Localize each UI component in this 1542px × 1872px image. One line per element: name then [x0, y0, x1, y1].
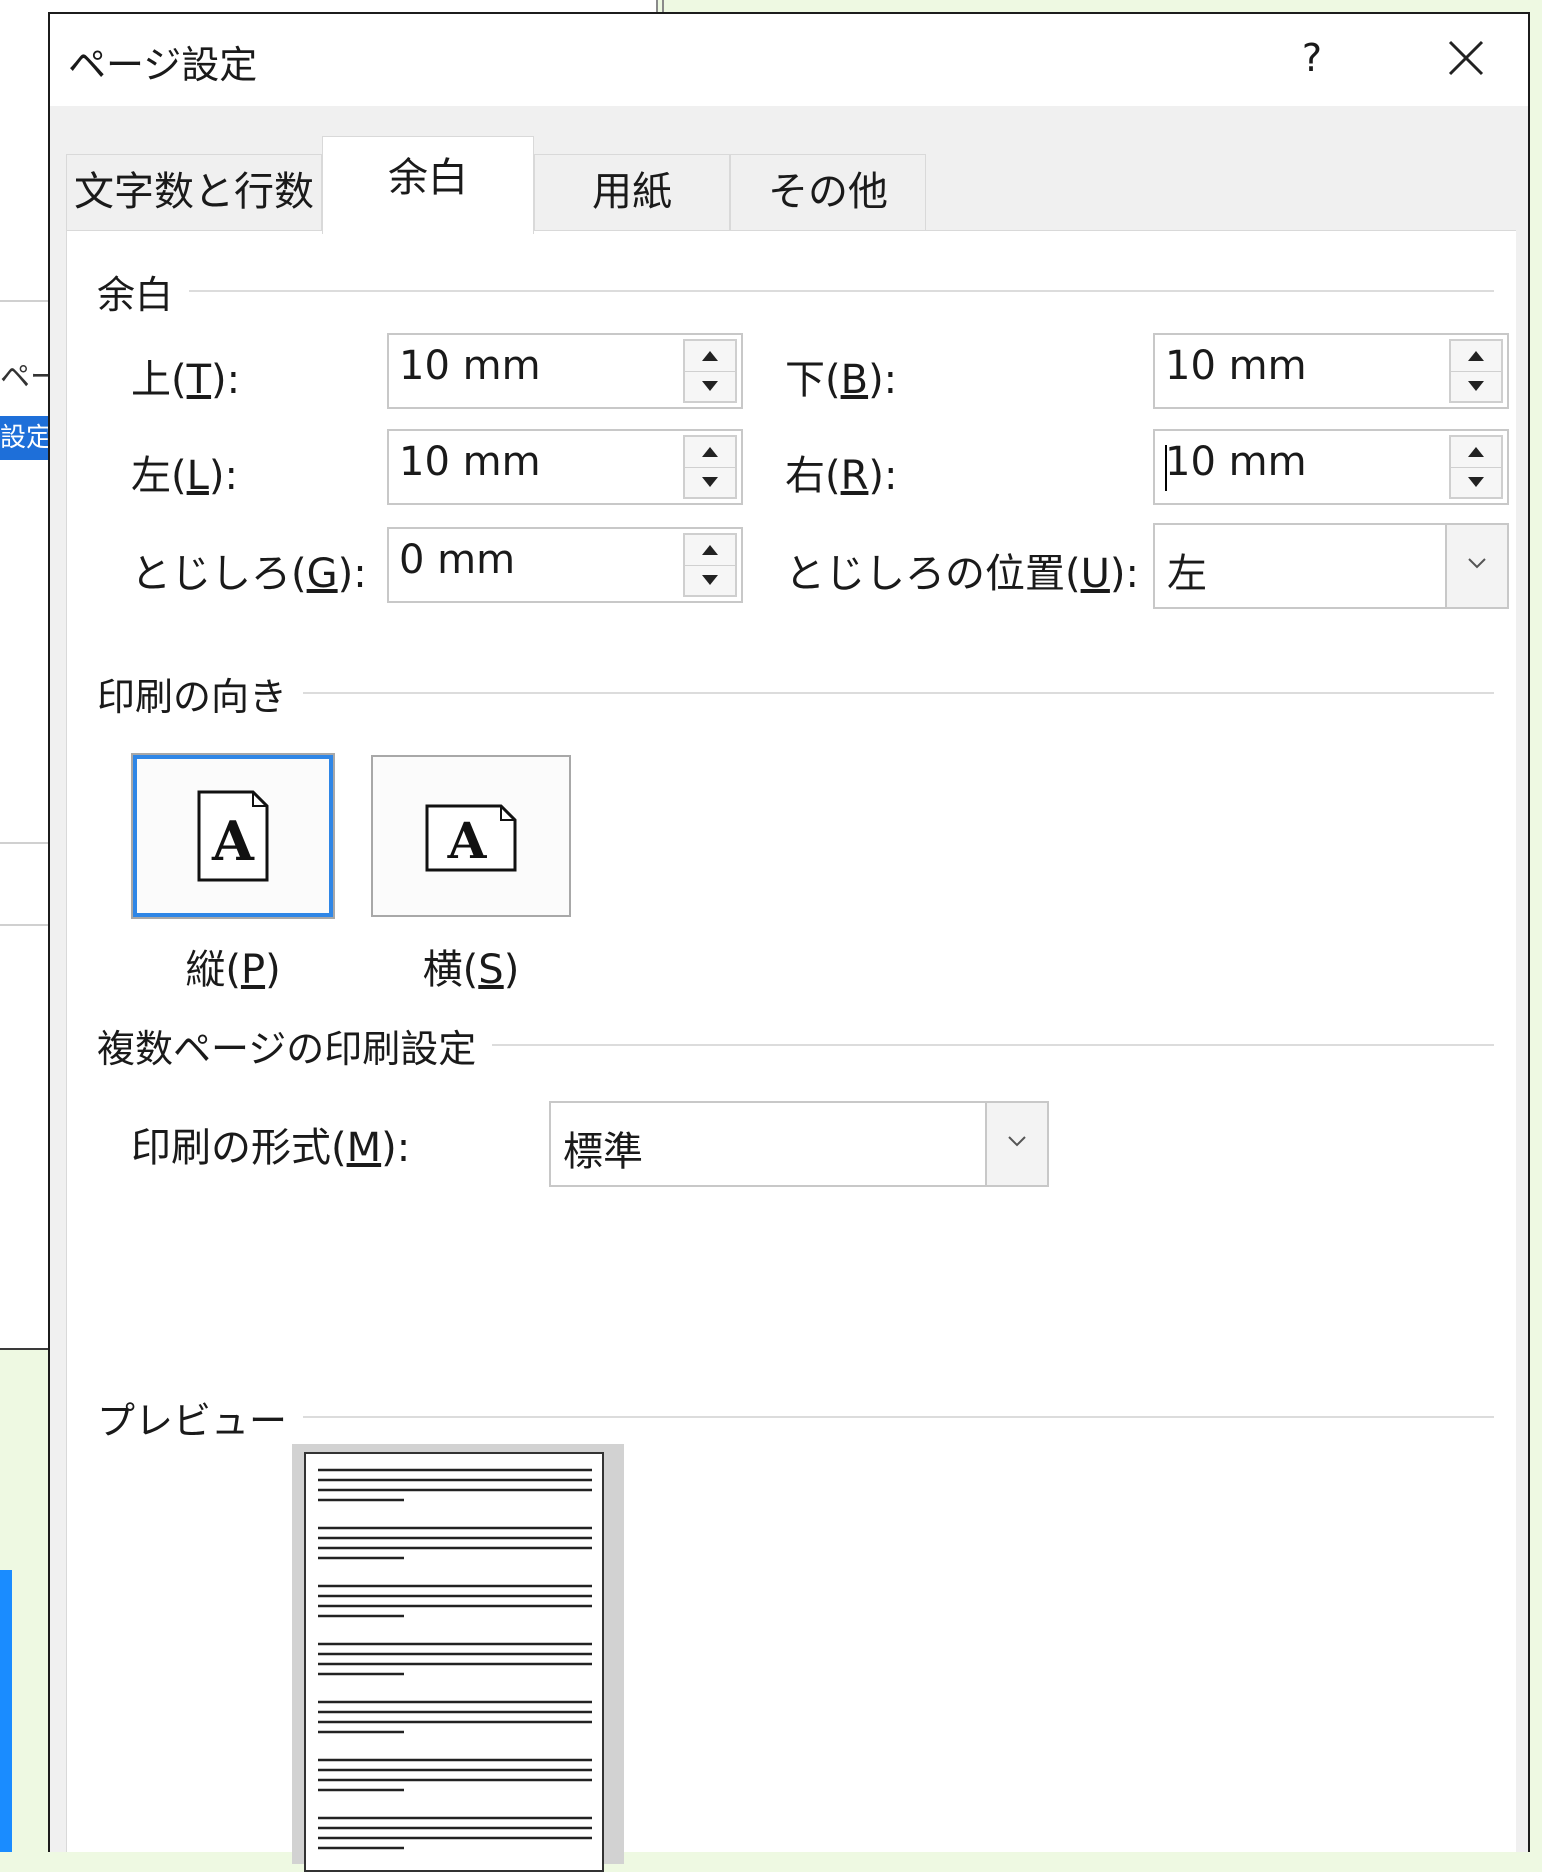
- portrait-button[interactable]: A: [131, 753, 335, 919]
- top-margin-value: 10 mm: [399, 343, 541, 389]
- tab-characters-lines[interactable]: 文字数と行数: [66, 154, 322, 232]
- top-margin-spinner[interactable]: 10 mm: [387, 333, 743, 409]
- svg-text:A: A: [211, 809, 255, 873]
- arrow-down-icon: [702, 575, 718, 585]
- tab-other[interactable]: その他: [730, 154, 926, 232]
- arrow-up-icon: [702, 447, 718, 457]
- bottom-margin-spin-buttons: [1449, 339, 1503, 403]
- preview-group-heading: プレビュー: [97, 1393, 1494, 1443]
- dropdown-button[interactable]: [985, 1103, 1047, 1185]
- print-format-select[interactable]: 標準: [549, 1101, 1049, 1187]
- arrow-up-icon: [1468, 351, 1484, 361]
- print-format-value: 標準: [563, 1129, 643, 1175]
- spin-up-button[interactable]: [685, 437, 735, 468]
- gutter-position-label: とじしろの位置(U):: [785, 551, 1139, 597]
- help-button[interactable]: ?: [1284, 28, 1340, 88]
- background-blue-bar: [0, 1570, 12, 1852]
- gutter-value: 0 mm: [399, 537, 516, 583]
- landscape-page-icon: A: [425, 804, 517, 872]
- gutter-spinner[interactable]: 0 mm: [387, 527, 743, 603]
- gutter-spin-buttons: [683, 533, 737, 597]
- arrow-up-icon: [1468, 447, 1484, 457]
- spin-down-button[interactable]: [685, 371, 735, 401]
- chevron-down-icon: [1008, 1136, 1026, 1147]
- spin-up-button[interactable]: [1451, 341, 1501, 372]
- bottom-margin-label: 下(B):: [785, 357, 898, 403]
- right-margin-spinner[interactable]: 10 mm: [1153, 429, 1509, 505]
- page-setup-dialog: ページ設定 ? 文字数と行数 余白 用紙 その他 余白 上(T): 10 mm: [48, 12, 1530, 1872]
- arrow-down-icon: [1468, 381, 1484, 391]
- right-margin-value: 10 mm: [1165, 439, 1307, 485]
- tab-paper[interactable]: 用紙: [534, 154, 730, 232]
- background-border: [662, 0, 664, 12]
- margins-group-heading: 余白: [97, 267, 1494, 317]
- divider: [189, 290, 1494, 292]
- spin-up-button[interactable]: [1451, 437, 1501, 468]
- bottom-margin-spinner[interactable]: 10 mm: [1153, 333, 1509, 409]
- multiple-pages-heading: 複数ページの印刷設定: [97, 1026, 477, 1071]
- top-margin-label: 上(T):: [131, 357, 241, 403]
- svg-text:A: A: [447, 811, 488, 870]
- spin-down-button[interactable]: [1451, 467, 1501, 497]
- divider: [303, 1416, 1494, 1418]
- gutter-label: とじしろ(G):: [131, 551, 367, 597]
- close-icon: [1448, 40, 1484, 76]
- spin-down-button[interactable]: [1451, 371, 1501, 401]
- left-margin-spin-buttons: [683, 435, 737, 499]
- margins-heading: 余白: [97, 272, 174, 317]
- multiple-pages-group-heading: 複数ページの印刷設定: [97, 1021, 1494, 1071]
- left-margin-label: 左(L):: [131, 453, 238, 499]
- portrait-page-icon: A: [197, 790, 269, 882]
- preview-page: [304, 1452, 604, 1872]
- margins-panel: 余白 上(T): 10 mm 下(B): 10 mm 左(L): 10 mm 右…: [66, 230, 1516, 1852]
- arrow-down-icon: [1468, 477, 1484, 487]
- arrow-up-icon: [702, 545, 718, 555]
- arrow-up-icon: [702, 351, 718, 361]
- spin-up-button[interactable]: [685, 535, 735, 566]
- left-margin-value: 10 mm: [399, 439, 541, 485]
- spin-down-button[interactable]: [685, 467, 735, 497]
- background-selected-text: 設定: [0, 416, 48, 460]
- orientation-heading: 印刷の向き: [97, 674, 288, 719]
- dialog-titlebar: ページ設定 ?: [50, 14, 1528, 106]
- bottom-margin-value: 10 mm: [1165, 343, 1307, 389]
- print-format-label: 印刷の形式(M):: [131, 1125, 411, 1171]
- preview-area: [292, 1444, 624, 1872]
- right-margin-label: 右(R):: [785, 453, 898, 499]
- chevron-down-icon: [1468, 558, 1486, 569]
- left-margin-spinner[interactable]: 10 mm: [387, 429, 743, 505]
- tab-strip: 文字数と行数 余白 用紙 その他: [66, 136, 1528, 234]
- tab-margins[interactable]: 余白: [322, 136, 534, 234]
- dialog-title: ページ設定: [68, 43, 258, 87]
- spin-down-button[interactable]: [685, 565, 735, 595]
- arrow-down-icon: [702, 477, 718, 487]
- spin-up-button[interactable]: [685, 341, 735, 372]
- preview-heading: プレビュー: [97, 1398, 288, 1443]
- landscape-button[interactable]: A: [371, 755, 571, 917]
- portrait-label: 縦(P): [185, 947, 281, 993]
- orientation-group-heading: 印刷の向き: [97, 669, 1494, 719]
- preview-text-lines: [318, 1468, 592, 1850]
- top-margin-spin-buttons: [683, 339, 737, 403]
- arrow-down-icon: [702, 381, 718, 391]
- right-margin-spin-buttons: [1449, 435, 1503, 499]
- divider: [492, 1044, 1494, 1046]
- close-button[interactable]: [1434, 26, 1498, 90]
- gutter-position-select[interactable]: 左: [1153, 523, 1509, 609]
- dropdown-button[interactable]: [1445, 525, 1507, 607]
- gutter-position-value: 左: [1167, 551, 1207, 597]
- landscape-label: 横(S): [422, 947, 520, 993]
- divider: [303, 692, 1494, 694]
